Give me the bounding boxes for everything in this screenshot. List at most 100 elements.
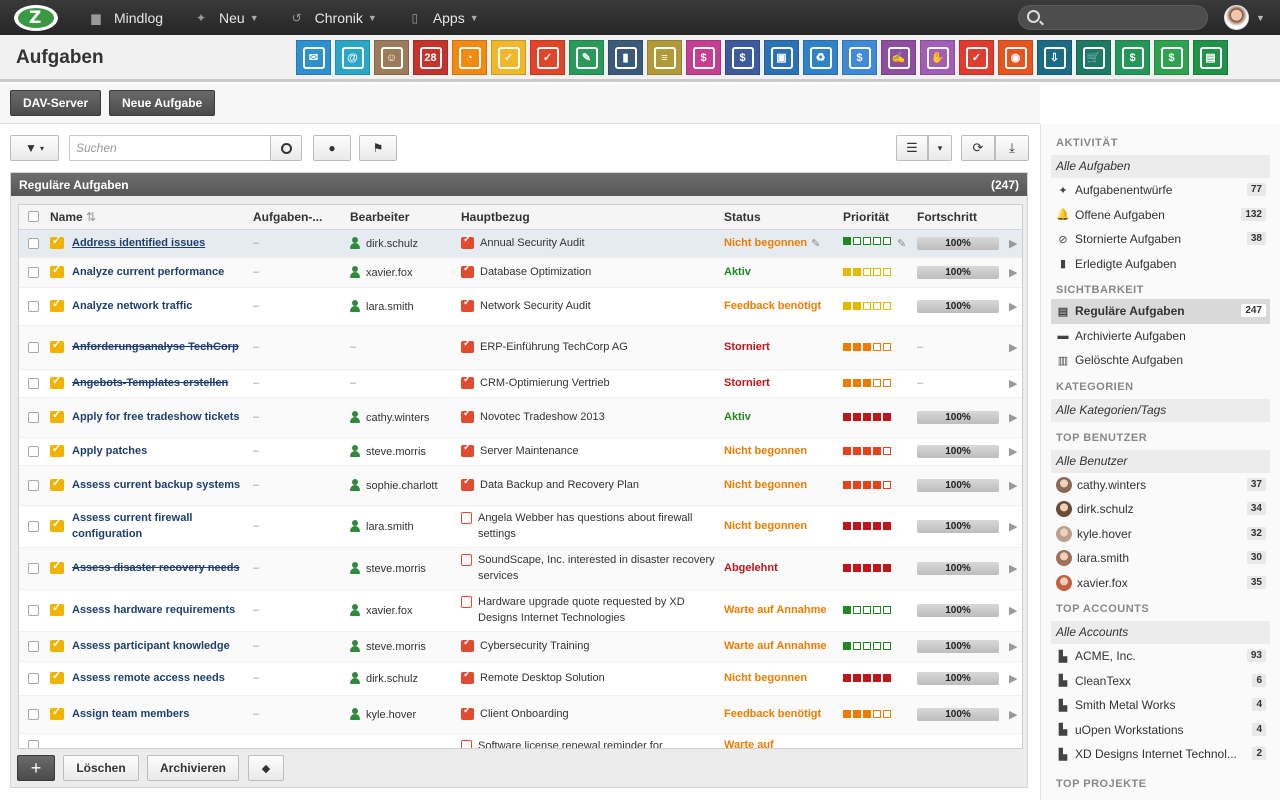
assignee-link[interactable]: steve.morris [366, 446, 426, 458]
column-main-reference[interactable]: Hauptbezug [458, 205, 721, 230]
sidebar-item-account[interactable]: ▙ XD Designs Internet Technol... 2 [1051, 742, 1270, 767]
row-checkbox[interactable] [28, 604, 39, 616]
priority-indicator[interactable]: ✎ [843, 236, 911, 250]
flag-icon[interactable]: ▶ [1009, 480, 1017, 492]
list-view-button[interactable]: ☰ [896, 135, 928, 161]
documents-app[interactable]: ≡ [647, 40, 682, 75]
reference-link[interactable]: Hardware upgrade quote requested by XD D… [478, 594, 718, 626]
task-name-link[interactable]: Assess hardware requirements [72, 602, 247, 618]
task-name-link[interactable]: Address identified issues [72, 235, 247, 251]
sidebar-item-activity[interactable]: ⊘ Stornierte Aufgaben 38 [1051, 227, 1270, 252]
database-app[interactable]: ▤ [1193, 40, 1228, 75]
status-badge[interactable]: Nicht begonnen [724, 445, 807, 458]
filter-button[interactable]: ▼ ▾ [10, 135, 59, 161]
sidebar-all-categories[interactable]: Alle Kategorien/Tags [1051, 398, 1270, 422]
desk-app[interactable]: $ [686, 40, 721, 75]
notes-app[interactable]: ✎ [569, 40, 604, 75]
table-row[interactable]: Angebots-Templates erstellen––CRM-Optimi… [19, 369, 1022, 398]
priority-indicator[interactable] [843, 302, 911, 310]
status-badge[interactable]: Warte auf [724, 739, 774, 748]
user-avatar[interactable] [1224, 5, 1249, 30]
row-checkbox[interactable] [28, 341, 39, 353]
reference-link[interactable]: SoundScape, Inc. interested in disaster … [478, 552, 718, 584]
flag-icon[interactable]: ▶ [1009, 301, 1017, 313]
reference-link[interactable]: Software license renewal reminder for [478, 738, 663, 749]
reference-link[interactable]: Network Security Audit [480, 298, 591, 314]
sidebar-item-activity[interactable]: ✦ Aufgabenentwürfe 77 [1051, 178, 1270, 203]
sidebar-item-account[interactable]: ▙ ACME, Inc. 93 [1051, 644, 1270, 669]
reference-link[interactable]: Remote Desktop Solution [480, 670, 605, 686]
search-input[interactable]: Suchen [69, 135, 271, 161]
tag-button[interactable]: ◆ [248, 755, 284, 781]
view-options-button[interactable]: ▾ [928, 135, 952, 161]
sidebar-item-activity[interactable]: ▮ Erledigte Aufgaben [1051, 252, 1270, 277]
table-row[interactable]: Assess disaster recovery needs– steve.mor… [19, 547, 1022, 590]
sidebar-item-user[interactable]: lara.smith 30 [1051, 546, 1270, 571]
calendar-app[interactable]: 28 [413, 40, 448, 75]
tasks-app[interactable]: ✓ [491, 40, 526, 75]
finance-app[interactable]: $ [725, 40, 760, 75]
priority-indicator[interactable] [843, 379, 911, 387]
task-name-link[interactable]: Assess participant knowledge [72, 638, 247, 654]
row-checkbox[interactable] [28, 300, 39, 312]
contracts-app[interactable]: ✍ [881, 40, 916, 75]
flag-icon[interactable]: ▶ [1009, 673, 1017, 685]
priority-indicator[interactable] [843, 413, 911, 421]
search-button[interactable] [270, 135, 302, 161]
app-logo[interactable]: Z [14, 4, 58, 31]
timer-app[interactable]: ◔ [452, 40, 487, 75]
status-badge[interactable]: Warte auf Annahme [724, 604, 826, 617]
flag-icon[interactable]: ▶ [1009, 238, 1017, 250]
table-row[interactable]: Analyze network traffic– lara.smith Networ… [19, 287, 1022, 326]
flag-icon[interactable]: ▶ [1009, 641, 1017, 653]
flag-filter-button[interactable]: ⚑ [359, 135, 397, 161]
priority-indicator[interactable] [843, 481, 911, 489]
reference-link[interactable]: Data Backup and Recovery Plan [480, 477, 639, 493]
row-checkbox[interactable] [28, 237, 39, 249]
table-row[interactable]: Assess participant knowledge– steve.morri… [19, 631, 1022, 662]
cash-app[interactable]: $ [1115, 40, 1150, 75]
priority-indicator[interactable] [843, 642, 911, 650]
task-name-link[interactable]: Analyze network traffic [72, 298, 247, 314]
add-task-button[interactable]: + [17, 755, 55, 781]
task-name-link[interactable]: Apply for free tradeshow tickets [72, 409, 247, 425]
status-badge[interactable]: Nicht begonnen [724, 520, 807, 533]
table-row[interactable]: Software license renewal reminder for War… [19, 733, 1022, 749]
row-checkbox[interactable] [28, 377, 39, 389]
table-row[interactable]: Assign team members– kyle.hover Client Onb… [19, 695, 1022, 734]
my-tasks-button[interactable]: ● [313, 135, 351, 161]
deals-app[interactable]: ✋ [920, 40, 955, 75]
task-name-link[interactable]: Assess disaster recovery needs [72, 560, 247, 576]
table-row[interactable]: Assess current backup systems– sophie.cha… [19, 465, 1022, 506]
table-row[interactable]: Apply patches– steve.morris Server Mainten… [19, 437, 1022, 466]
row-checkbox[interactable] [28, 479, 39, 491]
sidebar-all-users[interactable]: Alle Benutzer [1051, 449, 1270, 473]
assignee-link[interactable]: dirk.schulz [366, 673, 418, 685]
reference-link[interactable]: Novotec Tradeshow 2013 [480, 409, 605, 425]
task-name-link[interactable]: Apply patches [72, 443, 247, 459]
budget-app[interactable]: $ [842, 40, 877, 75]
sidebar-item-visibility[interactable]: ▥ Gelöschte Aufgaben [1051, 348, 1270, 373]
shop-app[interactable]: 🛒 [1076, 40, 1111, 75]
reference-link[interactable]: CRM-Optimierung Vertrieb [480, 375, 610, 391]
reference-link[interactable]: Angela Webber has questions about firewa… [478, 510, 718, 542]
dav-server-button[interactable]: DAV-Server [10, 90, 102, 116]
table-row[interactable]: Assess hardware requirements– xavier.fox H… [19, 589, 1022, 632]
assignee-link[interactable]: lara.smith [366, 521, 414, 533]
chevron-down-icon[interactable]: ▼ [1256, 13, 1265, 23]
sidebar-all-tasks[interactable]: Alle Aufgaben [1051, 155, 1270, 178]
pdf-app[interactable]: ✓ [959, 40, 994, 75]
reference-link[interactable]: Server Maintenance [480, 443, 578, 459]
delete-button[interactable]: Löschen [63, 755, 139, 781]
status-badge[interactable]: Warte auf Annahme [724, 640, 826, 653]
new-task-button[interactable]: Neue Aufgabe [109, 90, 216, 116]
nav-neu[interactable]: ✦ Neu ▼ [193, 10, 259, 26]
row-checkbox[interactable] [28, 640, 39, 652]
row-checkbox[interactable] [28, 740, 39, 748]
sidebar-item-account[interactable]: ▙ uOpen Workstations 4 [1051, 718, 1270, 743]
sidebar-item-user[interactable]: xavier.fox 35 [1051, 571, 1270, 596]
assignee-link[interactable]: sophie.charlott [366, 480, 438, 492]
priority-indicator[interactable] [843, 522, 911, 530]
task-name-link[interactable]: Assess current backup systems [72, 477, 247, 493]
row-checkbox[interactable] [28, 672, 39, 684]
